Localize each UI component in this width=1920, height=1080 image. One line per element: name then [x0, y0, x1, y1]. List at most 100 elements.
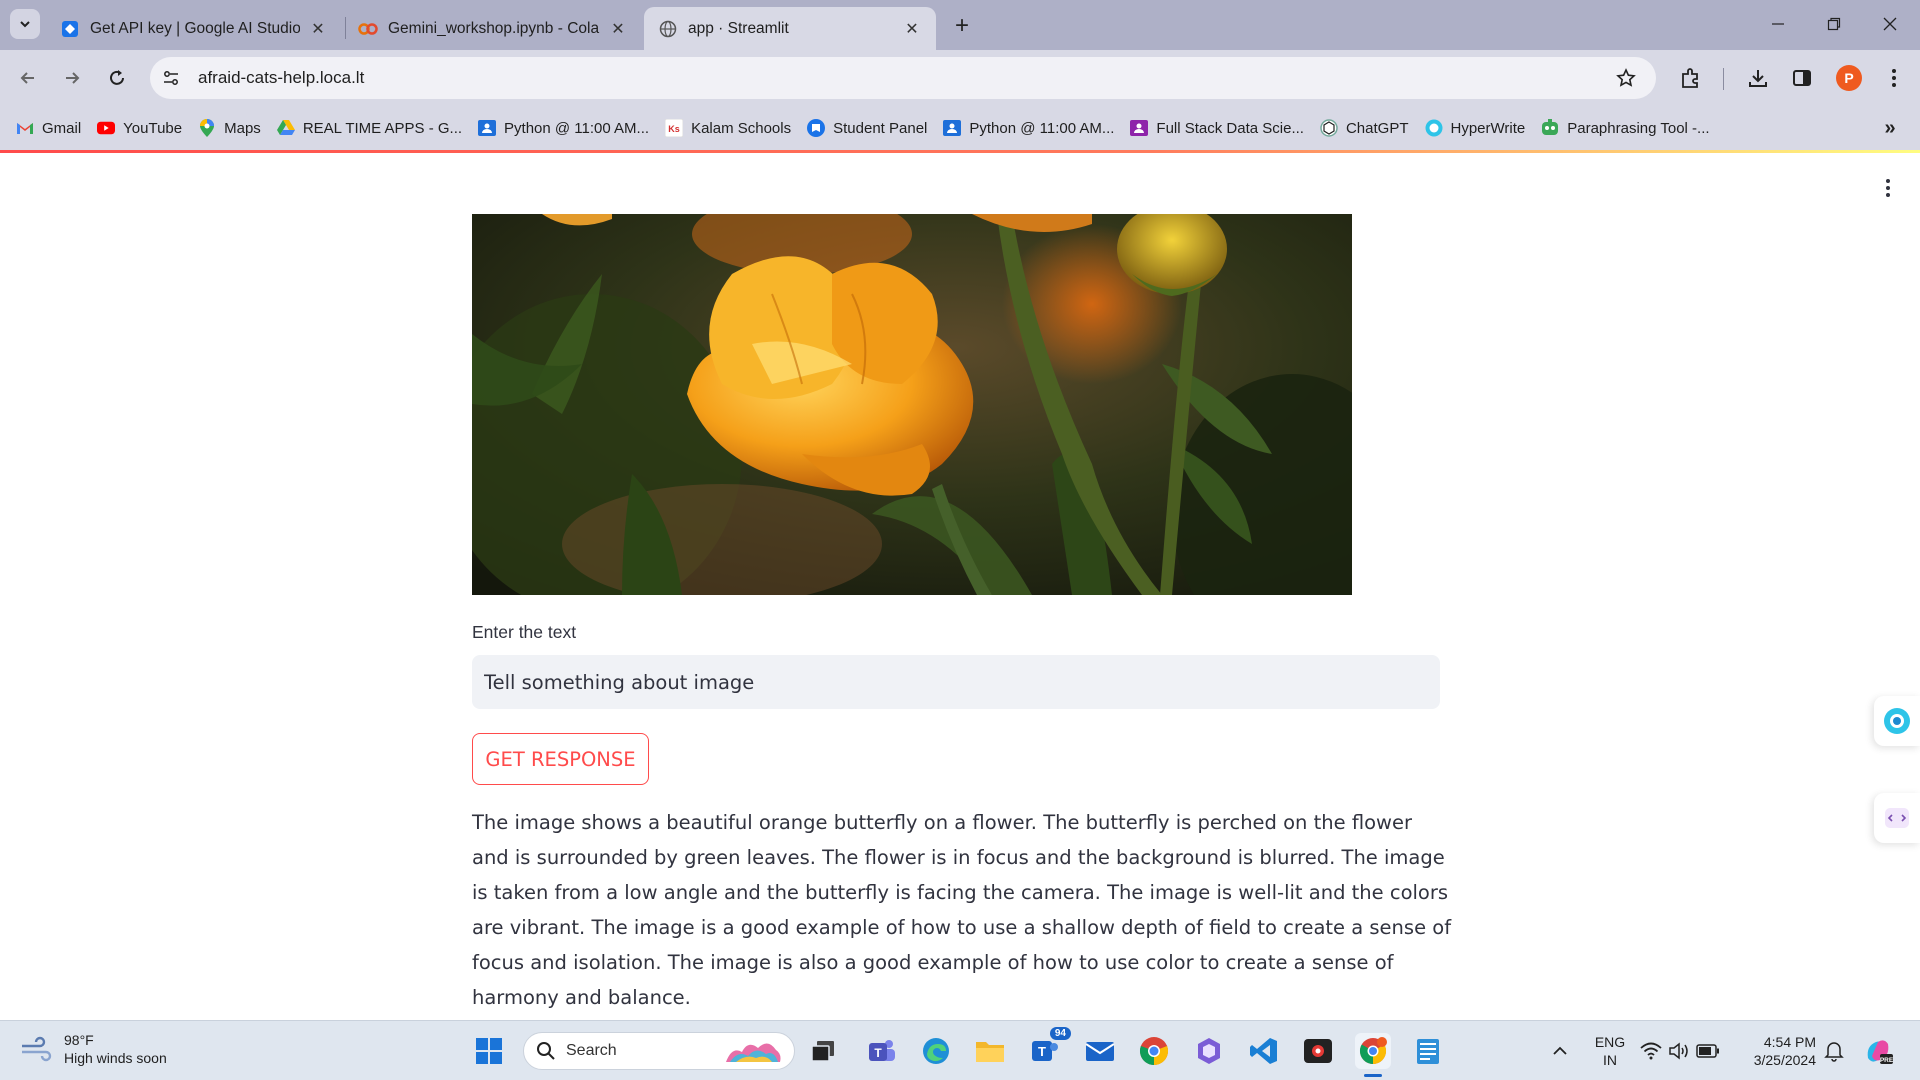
taskbar-notepad[interactable] [1410, 1033, 1446, 1069]
battery-icon [1696, 1044, 1719, 1058]
address-bar[interactable]: afraid-cats-help.loca.lt [150, 57, 1656, 99]
svg-text:PRE: PRE [1880, 1057, 1894, 1064]
restore-button[interactable] [1806, 0, 1862, 48]
taskbar-search[interactable]: Search [523, 1032, 795, 1070]
tab-ai-studio[interactable]: Get API key | Google AI Studio ✕ [46, 7, 342, 50]
wind-icon [22, 1036, 52, 1062]
chrome-profile-icon [1359, 1037, 1387, 1065]
minimize-button[interactable] [1750, 0, 1806, 48]
taskbar-chrome[interactable] [1136, 1033, 1172, 1069]
bookmark-youtube[interactable]: YouTube [91, 112, 188, 144]
bookmark-label: Maps [224, 119, 261, 137]
notifications-button[interactable] [1818, 1033, 1850, 1069]
bookmark-label: YouTube [123, 119, 183, 137]
bookmarks-overflow-button[interactable]: » [1878, 116, 1902, 140]
close-window-button[interactable] [1862, 0, 1918, 48]
close-icon[interactable]: ✕ [308, 19, 328, 39]
copilot-icon [1198, 1038, 1220, 1064]
show-hidden-icons-button[interactable] [1542, 1033, 1578, 1069]
tab-search-button[interactable] [10, 9, 40, 39]
battery-status[interactable] [1693, 1033, 1723, 1069]
taskbar-file-explorer[interactable] [972, 1033, 1008, 1069]
url-text[interactable]: afraid-cats-help.loca.lt [198, 68, 364, 88]
bookmark-label: Kalam Schools [691, 119, 792, 137]
bookmark-chatgpt[interactable]: ChatGPT [1314, 112, 1415, 144]
gmail-icon [16, 119, 34, 137]
clock-date: 3/25/2024 [1753, 1052, 1816, 1068]
volume-status[interactable] [1665, 1033, 1693, 1069]
tab-colab[interactable]: Gemini_workshop.ipynb - Colab ✕ [344, 7, 642, 50]
start-button[interactable] [471, 1033, 507, 1069]
close-icon[interactable]: ✕ [608, 19, 628, 39]
taskbar-edge[interactable] [918, 1033, 954, 1069]
taskbar-chrome-profile[interactable] [1355, 1033, 1391, 1077]
speaker-icon [1669, 1042, 1688, 1060]
taskbar-teams-work[interactable]: T 94 [1027, 1027, 1071, 1069]
browser-menu-icon[interactable] [1880, 64, 1908, 92]
region-code: IN [1603, 1052, 1617, 1068]
svg-text:T: T [874, 1046, 882, 1060]
vscode-icon [1250, 1038, 1277, 1064]
side-extension-widget[interactable] [1874, 793, 1920, 843]
bookmark-python-2[interactable]: Python @ 11:00 AM... [937, 112, 1120, 144]
classroom-purple-icon [1130, 119, 1149, 137]
kalam-icon: Ks [665, 119, 684, 137]
side-panel-icon[interactable] [1788, 64, 1816, 92]
ai-studio-icon [60, 19, 80, 39]
classroom-icon [943, 119, 962, 137]
taskbar-recorder[interactable] [1300, 1033, 1336, 1069]
bookmarks-bar: Gmail YouTube Maps REAL TIME APPS - G...… [0, 106, 1920, 150]
taskbar-vscode[interactable] [1246, 1033, 1282, 1069]
bookmark-python-1[interactable]: Python @ 11:00 AM... [472, 112, 655, 144]
bookmark-star-icon[interactable] [1614, 66, 1638, 90]
bookmark-label: Full Stack Data Scie... [1156, 119, 1304, 137]
bookmark-gmail[interactable]: Gmail [10, 112, 87, 144]
clock[interactable]: 4:54 PM 3/25/2024 [1738, 1033, 1816, 1069]
forward-button[interactable] [56, 62, 88, 94]
bookmark-kalam-schools[interactable]: Ks Kalam Schools [659, 112, 797, 144]
maps-icon [198, 119, 216, 137]
weather-temperature: 98°F [64, 1032, 94, 1048]
taskbar-copilot-app[interactable] [1191, 1033, 1227, 1069]
task-view-button[interactable] [805, 1033, 841, 1069]
weather-widget[interactable]: 98°F High winds soon [20, 1031, 167, 1067]
app-menu-icon[interactable] [1878, 173, 1898, 203]
taskbar-mail[interactable] [1082, 1033, 1118, 1069]
language-indicator[interactable]: ENG IN [1590, 1033, 1630, 1069]
flower-photo [472, 214, 1352, 595]
bookmark-real-time-apps[interactable]: REAL TIME APPS - G... [271, 112, 468, 144]
extensions-icon[interactable] [1677, 64, 1705, 92]
close-icon[interactable]: ✕ [902, 19, 922, 39]
bookmark-student-panel[interactable]: Student Panel [801, 112, 933, 144]
hyperwrite-widget[interactable] [1874, 696, 1920, 746]
download-icon[interactable] [1744, 64, 1772, 92]
profile-avatar[interactable]: P [1836, 65, 1862, 91]
taskbar-teams[interactable]: T [864, 1033, 900, 1069]
bookmark-maps[interactable]: Maps [192, 112, 267, 144]
teams-icon: T [869, 1040, 895, 1061]
toolbar-divider [1723, 68, 1724, 90]
wifi-status[interactable] [1637, 1033, 1665, 1069]
input-label: Enter the text [472, 622, 577, 642]
back-button[interactable] [12, 62, 44, 94]
mail-icon [1085, 1042, 1115, 1061]
site-info-icon[interactable] [154, 61, 188, 95]
tab-strip: Get API key | Google AI Studio ✕ Gemini_… [0, 0, 1920, 50]
bookmark-full-stack[interactable]: Full Stack Data Scie... [1124, 112, 1310, 144]
google-drive-icon [276, 119, 295, 137]
copilot-button[interactable]: PRE [1860, 1033, 1896, 1069]
youtube-icon [97, 119, 116, 137]
bookmark-paraphrasing-tool[interactable]: Paraphrasing Tool -... [1535, 112, 1715, 144]
bookmark-label: Gmail [42, 119, 82, 137]
new-tab-button[interactable]: + [948, 12, 976, 40]
reload-button[interactable] [101, 62, 133, 94]
bookmark-label: ChatGPT [1345, 119, 1409, 137]
tab-streamlit[interactable]: app · Streamlit ✕ [644, 7, 936, 50]
get-response-button[interactable]: GET RESPONSE [472, 733, 649, 785]
prompt-input[interactable] [472, 655, 1440, 709]
bookmark-hyperwrite[interactable]: HyperWrite [1419, 112, 1532, 144]
search-placeholder: Search [566, 1042, 617, 1059]
bell-snooze-icon [1824, 1042, 1844, 1062]
teams-work-icon: T [1032, 1041, 1058, 1061]
search-icon [537, 1042, 555, 1060]
